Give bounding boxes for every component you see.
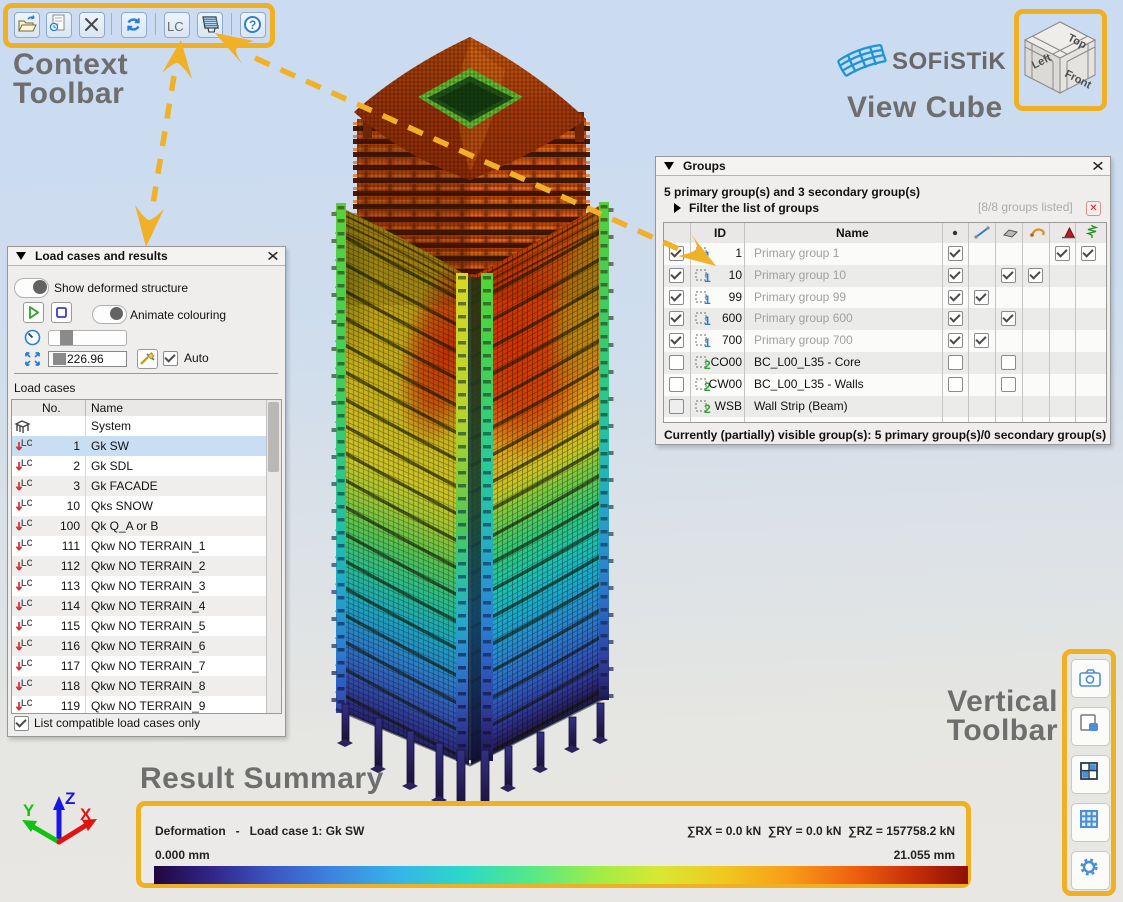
svg-text:SOFiSTiK: SOFiSTiK <box>892 48 1006 75</box>
svg-text:LC: LC <box>21 498 32 508</box>
svg-text:LC: LC <box>21 678 32 688</box>
svg-text:LC: LC <box>21 518 32 528</box>
svg-text:LC: LC <box>21 458 32 468</box>
svg-text:X: X <box>80 805 92 824</box>
svg-text:?: ? <box>249 18 256 32</box>
svg-text:Y: Y <box>23 801 35 820</box>
svg-text:LC: LC <box>167 19 184 34</box>
svg-text:LC: LC <box>21 638 32 648</box>
svg-text:Z: Z <box>65 789 75 808</box>
svg-text:LC: LC <box>21 578 32 588</box>
svg-text:LC: LC <box>21 478 32 488</box>
svg-text:LC: LC <box>21 558 32 568</box>
svg-text:LC: LC <box>21 658 32 668</box>
svg-text:LC: LC <box>21 438 32 448</box>
svg-text:LC: LC <box>21 698 32 708</box>
svg-text:LC: LC <box>21 618 32 628</box>
svg-text:LC: LC <box>21 538 32 548</box>
svg-text:LC: LC <box>21 598 32 608</box>
